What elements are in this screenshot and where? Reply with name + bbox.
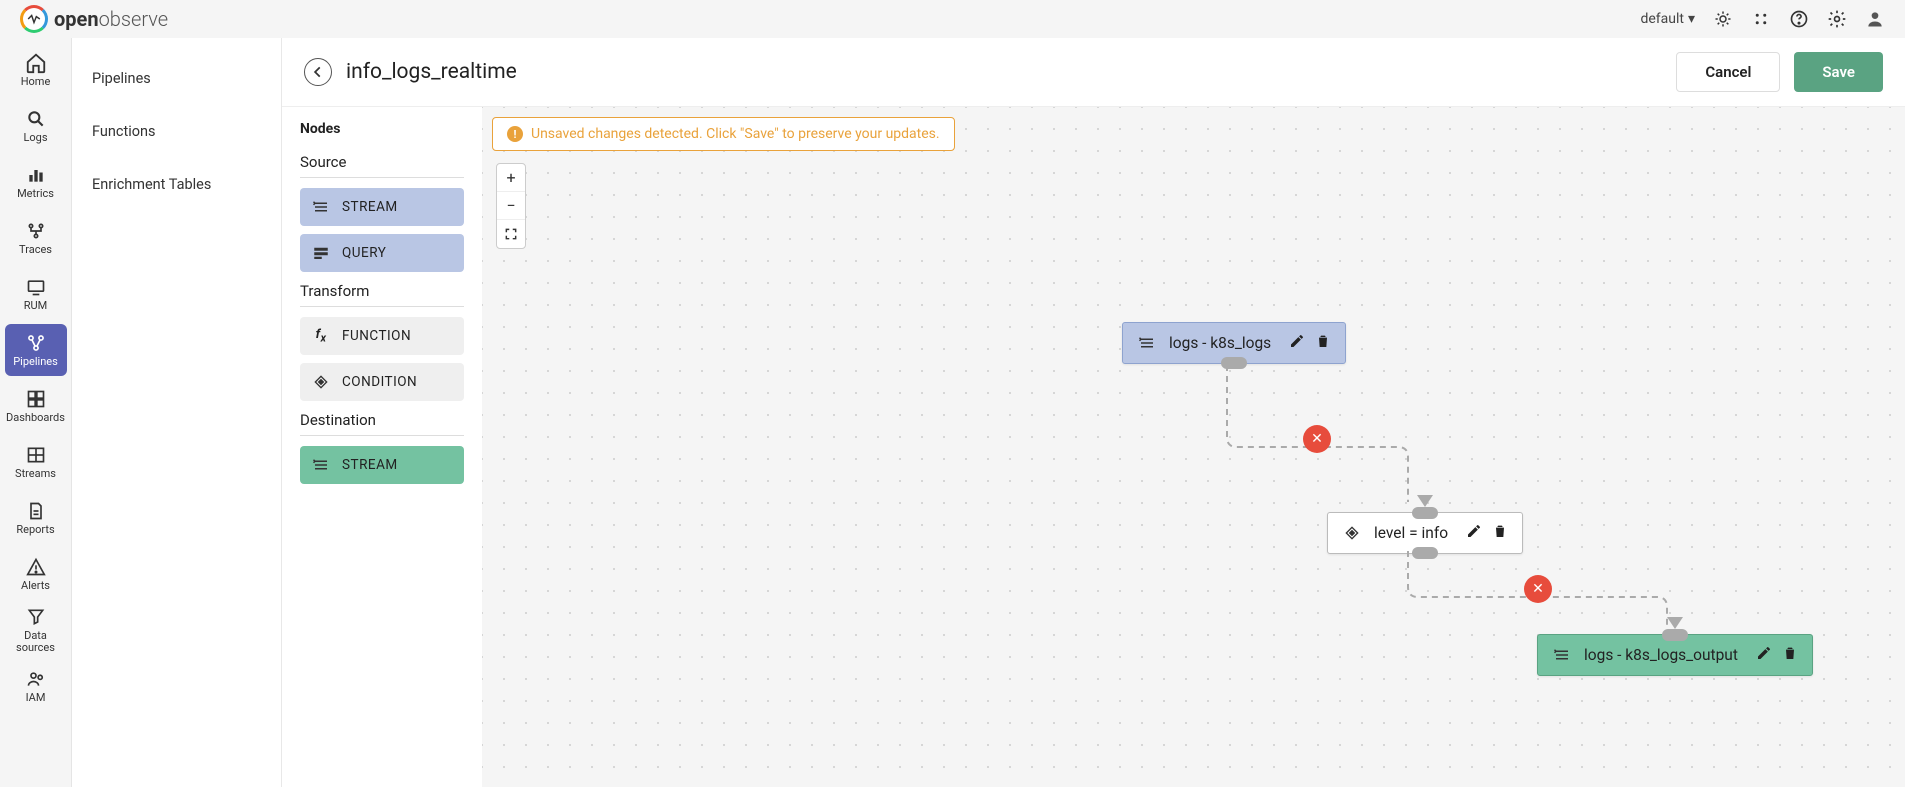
nav-pipelines[interactable]: Pipelines <box>5 324 67 376</box>
node-handle[interactable] <box>1662 629 1688 641</box>
edge-delete[interactable]: ✕ <box>1524 575 1552 603</box>
back-button[interactable] <box>304 58 332 86</box>
warn-icon: ! <box>507 126 523 142</box>
zoom-fit[interactable] <box>497 220 525 248</box>
node-handle[interactable] <box>1412 507 1438 519</box>
save-button[interactable]: Save <box>1794 52 1883 92</box>
nav-rum[interactable]: RUM <box>5 268 67 320</box>
trash-icon[interactable] <box>1315 333 1331 353</box>
node-label: level = info <box>1374 524 1448 542</box>
edge-delete[interactable]: ✕ <box>1303 425 1331 453</box>
palette-section-source: Source <box>300 153 464 178</box>
nav-reports[interactable]: Reports <box>5 492 67 544</box>
stream-icon <box>1137 333 1157 353</box>
side-panel: Pipelines Functions Enrichment Tables <box>72 38 282 787</box>
condition-icon <box>1342 523 1362 543</box>
node-label: logs - k8s_logs_output <box>1584 646 1738 664</box>
unsaved-warning: ! Unsaved changes detected. Click "Save"… <box>492 117 955 151</box>
sidepanel-functions[interactable]: Functions <box>92 115 261 148</box>
stream-icon <box>312 456 330 474</box>
palette-transform-condition[interactable]: CONDITION <box>300 363 464 401</box>
slack-icon[interactable] <box>1751 9 1771 29</box>
monitor-icon <box>25 276 47 298</box>
node-handle[interactable] <box>1221 357 1247 369</box>
query-icon <box>312 244 330 262</box>
node-condition[interactable]: level = info <box>1327 512 1523 554</box>
palette-dest-stream[interactable]: STREAM <box>300 446 464 484</box>
brand-ring-icon <box>20 5 48 33</box>
funnel-icon <box>25 606 47 628</box>
node-label: logs - k8s_logs <box>1169 334 1271 352</box>
pipeline-canvas[interactable]: ! Unsaved changes detected. Click "Save"… <box>482 107 1905 787</box>
stream-icon <box>312 198 330 216</box>
nav-metrics[interactable]: Metrics <box>5 156 67 208</box>
palette-heading: Nodes <box>300 121 464 137</box>
node-handle[interactable] <box>1412 547 1438 559</box>
bars-icon <box>25 164 47 186</box>
trash-icon[interactable] <box>1492 523 1508 543</box>
condition-icon <box>312 373 330 391</box>
nav-traces[interactable]: Traces <box>5 212 67 264</box>
edit-icon[interactable] <box>1289 333 1305 353</box>
sidepanel-enrichment[interactable]: Enrichment Tables <box>92 168 261 201</box>
content-header: info_logs_realtime Cancel Save <box>282 38 1905 107</box>
gear-icon[interactable] <box>1827 9 1847 29</box>
nav-logs[interactable]: Logs <box>5 100 67 152</box>
node-palette: Nodes Source STREAM QUERY Transform fxFU… <box>282 107 482 787</box>
grid-icon <box>25 388 47 410</box>
palette-section-destination: Destination <box>300 411 464 436</box>
help-icon[interactable] <box>1789 9 1809 29</box>
zoom-out[interactable]: − <box>497 192 525 220</box>
nav-alerts[interactable]: Alerts <box>5 548 67 600</box>
brand-name: openobserve <box>54 7 168 31</box>
pipeline-icon <box>25 332 47 354</box>
users-icon <box>25 668 47 690</box>
nav-home[interactable]: Home <box>5 44 67 96</box>
user-icon[interactable] <box>1865 9 1885 29</box>
chevron-down-icon: ▾ <box>1688 11 1695 27</box>
fx-icon: fx <box>312 327 330 345</box>
cancel-button[interactable]: Cancel <box>1676 52 1780 92</box>
nav-rail: Home Logs Metrics Traces RUM Pipelines D… <box>0 38 72 787</box>
home-icon <box>25 52 47 74</box>
trash-icon[interactable] <box>1782 645 1798 665</box>
org-selector[interactable]: default ▾ <box>1640 11 1695 27</box>
nav-streams[interactable]: Streams <box>5 436 67 488</box>
palette-transform-function[interactable]: fxFUNCTION <box>300 317 464 355</box>
edit-icon[interactable] <box>1756 645 1772 665</box>
palette-section-transform: Transform <box>300 282 464 307</box>
file-icon <box>25 500 47 522</box>
node-dest-stream[interactable]: logs - k8s_logs_output <box>1537 634 1813 676</box>
node-source-stream[interactable]: logs - k8s_logs <box>1122 322 1346 364</box>
zoom-controls: + − <box>496 163 526 249</box>
nav-iam[interactable]: IAM <box>5 660 67 712</box>
zoom-in[interactable]: + <box>497 164 525 192</box>
search-icon <box>25 108 47 130</box>
traces-icon <box>25 220 47 242</box>
palette-source-query[interactable]: QUERY <box>300 234 464 272</box>
page-title: info_logs_realtime <box>346 60 517 84</box>
theme-icon[interactable] <box>1713 9 1733 29</box>
nav-dashboards[interactable]: Dashboards <box>5 380 67 432</box>
brand-logo: openobserve <box>20 5 168 33</box>
table-icon <box>25 444 47 466</box>
topbar: openobserve default ▾ <box>0 0 1905 38</box>
alert-icon <box>25 556 47 578</box>
arrow-in-icon <box>1667 617 1683 629</box>
stream-icon <box>1552 645 1572 665</box>
palette-source-stream[interactable]: STREAM <box>300 188 464 226</box>
edit-icon[interactable] <box>1466 523 1482 543</box>
sidepanel-pipelines[interactable]: Pipelines <box>92 62 261 95</box>
arrow-in-icon <box>1417 495 1433 507</box>
nav-data-sources[interactable]: Data sources <box>5 604 67 656</box>
